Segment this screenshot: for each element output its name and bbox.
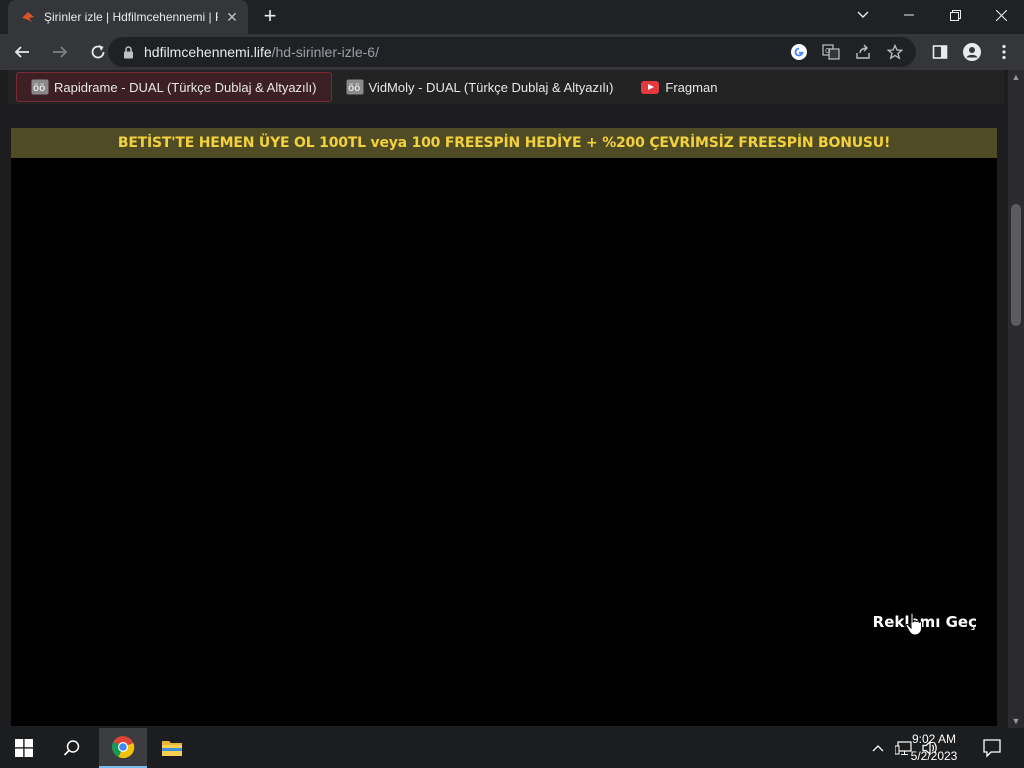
restore-icon[interactable] xyxy=(932,0,978,30)
close-window-icon[interactable] xyxy=(978,0,1024,30)
tab-search-icon[interactable] xyxy=(852,4,874,26)
page-scrollbar[interactable]: ▲ ▼ xyxy=(1008,70,1024,728)
ad-banner-text: BETİST'TE HEMEN ÜYE OL 100TL veya 100 FR… xyxy=(117,135,891,151)
subtitles-icon: öö xyxy=(31,79,49,95)
source-tab-rapidrame[interactable]: öö Rapidrame - DUAL (Türkçe Dublaj & Alt… xyxy=(16,72,332,102)
close-tab-icon[interactable]: ✕ xyxy=(224,9,240,25)
chevron-up-icon[interactable] xyxy=(868,738,888,758)
scroll-thumb[interactable] xyxy=(1011,204,1021,326)
minimize-icon[interactable] xyxy=(886,0,932,30)
menu-kebab-icon[interactable] xyxy=(990,38,1018,66)
scroll-down-icon[interactable]: ▼ xyxy=(1008,714,1024,728)
page-viewport: öö Rapidrame - DUAL (Türkçe Dublaj & Alt… xyxy=(0,70,1008,728)
browser-tab[interactable]: Şirinler izle | Hdfilmcehennemi | F ✕ xyxy=(8,0,248,34)
back-icon[interactable] xyxy=(6,36,38,68)
skip-ad-button[interactable]: Reklamı Geç xyxy=(873,613,977,631)
tab-strip: Şirinler izle | Hdfilmcehennemi | F ✕ + xyxy=(0,0,1024,34)
notification-center-icon[interactable] xyxy=(982,738,1002,758)
svg-text:öö: öö xyxy=(33,83,45,94)
windows-taskbar: 9:02 AM 5/2/2023 xyxy=(0,728,1024,768)
source-label: Rapidrame - DUAL (Türkçe Dublaj & Altyaz… xyxy=(54,79,317,95)
url-domain: hdfilmcehennemi.life xyxy=(144,44,272,60)
hand-cursor-icon xyxy=(905,612,923,636)
source-tab-vidmoly[interactable]: öö VidMoly - DUAL (Türkçe Dublaj & Altya… xyxy=(332,72,628,102)
site-favicon-icon xyxy=(20,9,36,25)
share-icon[interactable] xyxy=(852,41,874,63)
window-controls xyxy=(886,0,1024,30)
source-tab-fragman[interactable]: Fragman xyxy=(627,72,731,102)
bookmark-star-icon[interactable] xyxy=(884,41,906,63)
svg-text:öö: öö xyxy=(348,83,360,94)
source-tabs: öö Rapidrame - DUAL (Türkçe Dublaj & Alt… xyxy=(8,70,1004,104)
chrome-taskbar-icon[interactable] xyxy=(99,728,147,768)
google-icon[interactable] xyxy=(788,41,810,63)
profile-icon[interactable] xyxy=(958,38,986,66)
url-path: /hd-sirinler-izle-6/ xyxy=(271,44,379,60)
taskbar-clock[interactable]: 9:02 AM 5/2/2023 xyxy=(904,731,964,765)
file-explorer-icon[interactable] xyxy=(148,728,196,768)
browser-toolbar: hdfilmcehennemi.life/hd-sirinler-izle-6/… xyxy=(0,34,1024,70)
scroll-up-icon[interactable]: ▲ xyxy=(1008,70,1024,84)
windows-start-icon[interactable] xyxy=(0,728,48,768)
tab-title: Şirinler izle | Hdfilmcehennemi | F xyxy=(44,10,218,24)
video-player[interactable]: Reklamı Geç xyxy=(11,158,997,726)
subtitles-icon: öö xyxy=(346,79,364,95)
svg-text:G: G xyxy=(825,47,830,55)
taskbar-search-icon[interactable] xyxy=(48,728,96,768)
forward-icon[interactable] xyxy=(44,36,76,68)
side-panel-icon[interactable] xyxy=(926,38,954,66)
youtube-icon xyxy=(641,80,660,94)
ad-banner[interactable]: BETİST'TE HEMEN ÜYE OL 100TL veya 100 FR… xyxy=(11,128,997,158)
clock-time: 9:02 AM xyxy=(911,732,957,746)
clock-date: 5/2/2023 xyxy=(910,749,958,763)
address-bar[interactable]: hdfilmcehennemi.life/hd-sirinler-izle-6/… xyxy=(108,37,916,67)
source-label: Fragman xyxy=(665,79,718,95)
translate-icon[interactable]: G xyxy=(820,41,842,63)
source-label: VidMoly - DUAL (Türkçe Dublaj & Altyazıl… xyxy=(368,79,614,95)
lock-icon[interactable] xyxy=(120,44,136,60)
new-tab-button[interactable]: + xyxy=(258,5,282,29)
